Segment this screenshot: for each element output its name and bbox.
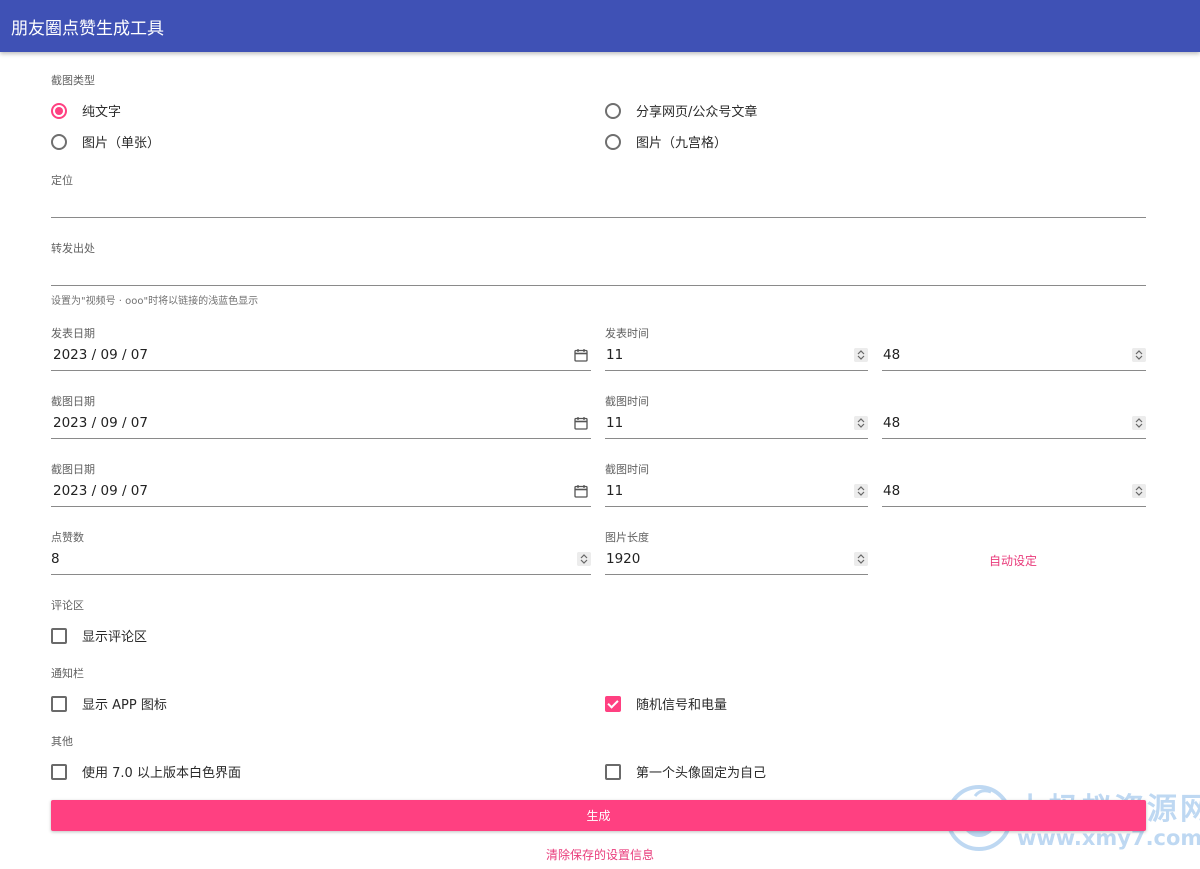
capture-date-underline-2	[51, 506, 591, 507]
capture-minute-input[interactable]: 48	[883, 415, 900, 431]
publish-date-field[interactable]: 发表日期 2023 / 09 / 07	[51, 325, 591, 371]
radio-unselected-icon	[605, 102, 621, 119]
show-app-icon-label: 显示 APP 图标	[82, 698, 167, 713]
radio-unselected-icon	[605, 133, 621, 150]
capture-time-label: 截图时间	[605, 395, 649, 408]
checkbox-unchecked-icon	[605, 763, 621, 780]
generate-button[interactable]: 生成	[51, 800, 1146, 831]
comments-section-label: 评论区	[51, 599, 84, 612]
capture-minute-field[interactable]: 48	[882, 393, 1146, 439]
app-title: 朋友圈点赞生成工具	[11, 19, 164, 39]
likes-underline	[51, 574, 591, 575]
spinner-icon[interactable]	[1132, 416, 1146, 430]
location-underline	[51, 217, 1146, 218]
screenshot-type-label: 截图类型	[51, 74, 95, 87]
publish-date-underline	[51, 370, 591, 371]
forward-source-underline	[51, 285, 1146, 286]
radio-selected-icon	[51, 102, 67, 119]
radio-text-only[interactable]: 纯文字	[51, 101, 121, 120]
spinner-icon[interactable]	[854, 484, 868, 498]
radio-nine-grid[interactable]: 图片（九宫格）	[605, 132, 727, 151]
forward-source-label: 转发出处	[51, 242, 95, 255]
checkbox-unchecked-icon	[51, 695, 67, 712]
calendar-icon[interactable]	[574, 348, 588, 362]
image-length-input[interactable]: 1920	[606, 551, 640, 567]
first-avatar-self-checkbox[interactable]: 第一个头像固定为自己	[605, 762, 766, 781]
spinner-icon[interactable]	[1132, 348, 1146, 362]
forward-source-helper: 设置为"视频号 · ooo"时将以链接的浅蓝色显示	[51, 296, 259, 307]
likes-input[interactable]: 8	[51, 551, 60, 567]
capture-minute-field-2[interactable]: 48	[882, 461, 1146, 507]
publish-date-input[interactable]: 2023 / 09 / 07	[53, 347, 148, 363]
likes-field[interactable]: 点赞数 8	[51, 529, 591, 575]
white-ui-checkbox[interactable]: 使用 7.0 以上版本白色界面	[51, 762, 241, 781]
publish-time-label: 发表时间	[605, 327, 649, 340]
capture-hour-field[interactable]: 截图时间 11	[605, 393, 868, 439]
capture-hour-input[interactable]: 11	[606, 415, 623, 431]
app-bar: 朋友圈点赞生成工具	[0, 0, 1200, 52]
capture-date-field-2[interactable]: 截图日期 2023 / 09 / 07	[51, 461, 591, 507]
checkbox-unchecked-icon	[51, 763, 67, 780]
show-comments-label: 显示评论区	[82, 630, 148, 645]
location-field[interactable]: 定位	[51, 172, 1146, 218]
publish-date-label: 发表日期	[51, 327, 95, 340]
random-signal-checkbox[interactable]: 随机信号和电量	[605, 694, 727, 713]
publish-hour-underline	[605, 370, 868, 371]
show-comments-checkbox[interactable]: 显示评论区	[51, 626, 147, 645]
capture-date-field[interactable]: 截图日期 2023 / 09 / 07	[51, 393, 591, 439]
spinner-icon[interactable]	[577, 552, 591, 566]
checkbox-checked-icon	[605, 695, 621, 712]
capture-hour-underline-2	[605, 506, 868, 507]
publish-minute-field[interactable]: 48	[882, 325, 1146, 371]
clear-settings-link[interactable]: 清除保存的设置信息	[0, 846, 1200, 863]
other-section-label: 其他	[51, 735, 73, 748]
radio-text-only-label: 纯文字	[82, 105, 122, 120]
publish-hour-input[interactable]: 11	[606, 347, 623, 363]
random-signal-label: 随机信号和电量	[636, 698, 728, 713]
spinner-icon[interactable]	[854, 416, 868, 430]
publish-minute-input[interactable]: 48	[883, 347, 900, 363]
capture-hour-input-2[interactable]: 11	[606, 483, 623, 499]
capture-date-input-2[interactable]: 2023 / 09 / 07	[53, 483, 148, 499]
radio-unselected-icon	[51, 133, 67, 150]
likes-label: 点赞数	[51, 531, 84, 544]
capture-minute-underline	[882, 438, 1146, 439]
spinner-icon[interactable]	[1132, 484, 1146, 498]
publish-hour-field[interactable]: 发表时间 11	[605, 325, 868, 371]
spinner-icon[interactable]	[854, 552, 868, 566]
white-ui-label: 使用 7.0 以上版本白色界面	[82, 766, 241, 781]
capture-date-input[interactable]: 2023 / 09 / 07	[53, 415, 148, 431]
auto-set-button[interactable]: 自动设定	[989, 552, 1037, 569]
notification-section-label: 通知栏	[51, 667, 84, 680]
checkbox-unchecked-icon	[51, 627, 67, 644]
image-length-label: 图片长度	[605, 531, 649, 544]
capture-hour-field-2[interactable]: 截图时间 11	[605, 461, 868, 507]
capture-minute-underline-2	[882, 506, 1146, 507]
radio-single-image[interactable]: 图片（单张）	[51, 132, 160, 151]
spinner-icon[interactable]	[854, 348, 868, 362]
calendar-icon[interactable]	[574, 484, 588, 498]
show-app-icon-checkbox[interactable]: 显示 APP 图标	[51, 694, 167, 713]
image-length-underline	[605, 574, 868, 575]
image-length-field[interactable]: 图片长度 1920	[605, 529, 868, 575]
radio-share-webpage-label: 分享网页/公众号文章	[636, 105, 758, 120]
forward-source-field[interactable]: 转发出处	[51, 240, 1146, 286]
capture-date-label: 截图日期	[51, 395, 95, 408]
radio-single-image-label: 图片（单张）	[82, 136, 161, 151]
capture-time-label-2: 截图时间	[605, 463, 649, 476]
capture-hour-underline	[605, 438, 868, 439]
first-avatar-self-label: 第一个头像固定为自己	[636, 766, 767, 781]
capture-minute-input-2[interactable]: 48	[883, 483, 900, 499]
publish-minute-underline	[882, 370, 1146, 371]
capture-date-label-2: 截图日期	[51, 463, 95, 476]
capture-date-underline	[51, 438, 591, 439]
calendar-icon[interactable]	[574, 416, 588, 430]
radio-share-webpage[interactable]: 分享网页/公众号文章	[605, 101, 757, 120]
location-label: 定位	[51, 174, 73, 187]
radio-nine-grid-label: 图片（九宫格）	[636, 136, 728, 151]
